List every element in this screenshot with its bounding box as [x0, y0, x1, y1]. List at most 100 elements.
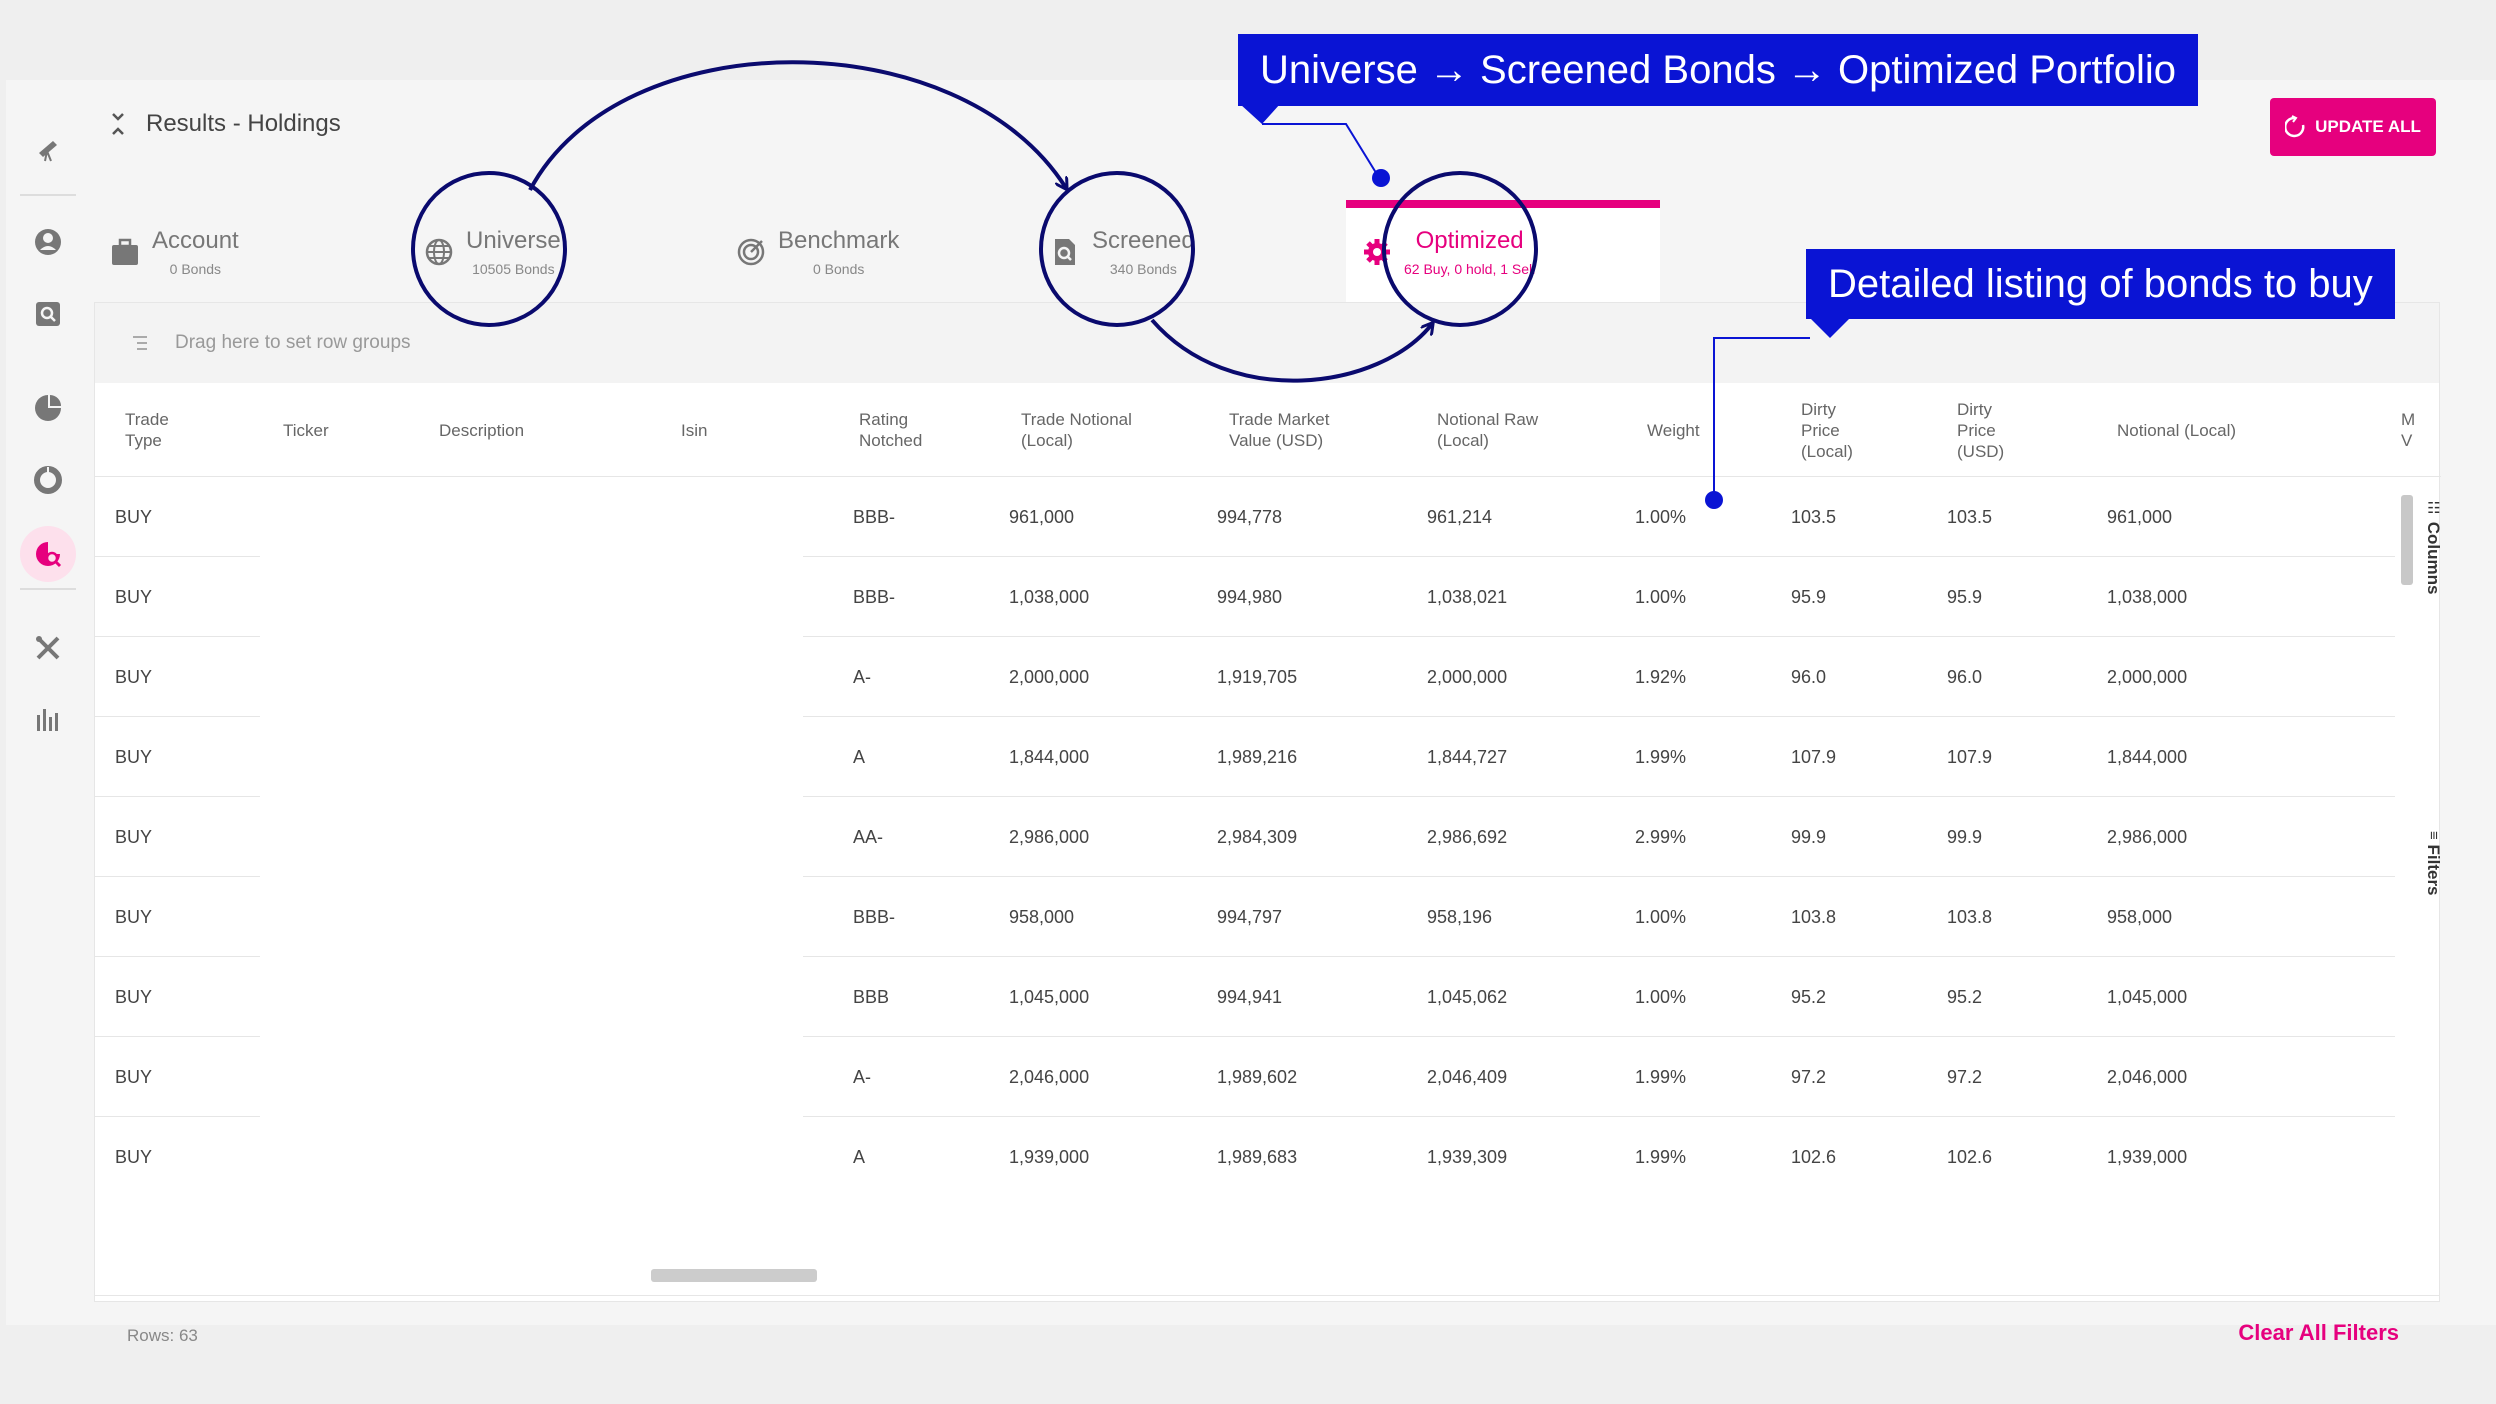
tab-account[interactable]: Account 0 Bonds	[110, 200, 239, 304]
gear-icon	[1364, 239, 1390, 265]
table-cell: 994,797	[1217, 906, 1283, 927]
column-header-weight[interactable]: Weight	[1647, 383, 1700, 477]
table-row[interactable]: BUY AA- 2,986,000 2,984,309 2,986,692 2.99% 99…	[95, 797, 2395, 877]
table-cell: 958,000	[2107, 906, 2173, 927]
table-cell: 95.9	[1791, 586, 1827, 607]
table-cell: BUY	[115, 986, 153, 1007]
tab-universe[interactable]: Universe 10505 Bonds	[424, 200, 561, 304]
table-cell: 95.9	[1947, 586, 1983, 607]
column-header-notional-local[interactable]: Notional (Local)	[2117, 383, 2236, 477]
filter-icon: ≡	[2425, 831, 2442, 840]
table-cell: 1.99%	[1635, 746, 1687, 767]
table-cell: 95.2	[1791, 986, 1827, 1007]
table-cell: 96.0	[1791, 666, 1827, 687]
telescope-icon[interactable]	[20, 120, 76, 176]
table-cell: 97.2	[1947, 1066, 1983, 1087]
table-cell: AA-	[853, 826, 884, 847]
tab-label: Benchmark	[778, 227, 900, 254]
holdings-grid: Drag here to set row groups Trade Type Tic…	[94, 302, 2443, 1345]
columns-label: Columns	[2424, 521, 2443, 595]
column-header-dirty-usd[interactable]: Dirty Price (USD)	[1957, 383, 2004, 477]
table-cell: 1,045,000	[1009, 986, 1090, 1007]
table-cell: 1,038,000	[2107, 586, 2188, 607]
table-cell: BUY	[115, 746, 153, 767]
table-cell: 96.0	[1947, 666, 1983, 687]
table-cell: BUY	[115, 906, 153, 927]
user-icon[interactable]	[20, 214, 76, 270]
column-header-text: Dirty	[1957, 399, 1992, 419]
table-cell: BBB	[853, 986, 890, 1007]
horizontal-scroll-thumb[interactable]	[651, 1269, 817, 1282]
table-row[interactable]: BUY BBB 1,045,000 994,941 1,045,062 1.00% 95.2…	[95, 957, 2395, 1037]
column-header-ticker[interactable]: Ticker	[283, 383, 329, 477]
filters-panel-toggle[interactable]: ≡ Filters	[2423, 831, 2443, 896]
tab-label: Optimized	[1415, 227, 1524, 254]
grid-footer: Rows: 63 Clear All Filters	[95, 1295, 2439, 1375]
table-cell: BBB-	[853, 506, 896, 527]
column-header-text: V	[2401, 431, 2413, 450]
vertical-scroll-thumb[interactable]	[2401, 495, 2413, 585]
table-cell: A	[853, 746, 866, 767]
column-header-trade-type[interactable]: Trade Type	[125, 383, 169, 477]
tools-icon[interactable]	[20, 620, 76, 676]
column-header-description[interactable]: Description	[439, 383, 524, 477]
column-header-trade-notional[interactable]: Trade Notional (Local)	[1021, 383, 1132, 477]
detail-callout: Detailed listing of bonds to buy	[1806, 249, 2395, 319]
table-row[interactable]: BUY BBB- 1,038,000 994,980 1,038,021 1.00% 95.…	[95, 557, 2395, 637]
table-cell: 1,989,216	[1217, 746, 1298, 767]
pie-chart-icon[interactable]	[20, 380, 76, 436]
clear-all-filters-button[interactable]: Clear All Filters	[2238, 1320, 2399, 1346]
table-cell: 2,984,309	[1217, 826, 1298, 847]
column-header-text: M	[2401, 410, 2416, 429]
table-cell: 1,844,000	[2107, 746, 2188, 767]
rows-count: Rows: 63	[127, 1326, 198, 1345]
tab-label: Universe	[466, 227, 561, 254]
tab-screened[interactable]: Screened 340 Bonds	[1050, 200, 1195, 304]
column-header-rating[interactable]: Rating Notched	[859, 383, 922, 477]
table-row[interactable]: BUY A- 2,046,000 1,989,602 2,046,409 1.99% 97.…	[95, 1037, 2395, 1117]
column-header-mv[interactable]: MV	[2401, 383, 2415, 477]
tab-optimized[interactable]: Optimized 62 Buy, 0 hold, 1 Sell	[1346, 200, 1660, 304]
table-cell: 961,000	[2107, 506, 2173, 527]
columns-panel-toggle[interactable]: ☷ Columns	[2423, 499, 2443, 594]
table-row[interactable]: BUY BBB- 961,000 994,778 961,214 1.00% 103.5 10…	[95, 477, 2395, 557]
table-cell: 958,000	[1009, 906, 1075, 927]
column-header-text: Price	[1957, 420, 1996, 440]
column-header-text: Notched	[859, 431, 923, 450]
table-cell: BUY	[115, 506, 153, 527]
column-header-dirty-local[interactable]: Dirty Price (Local)	[1801, 383, 1853, 477]
table-row[interactable]: BUY A- 2,000,000 1,919,705 2,000,000 1.92% 96.…	[95, 637, 2395, 717]
collapse-icon[interactable]	[110, 111, 126, 137]
tab-benchmark[interactable]: Benchmark 0 Bonds	[736, 200, 899, 304]
column-header-text: Type	[125, 431, 162, 450]
table-row[interactable]: BUY A 1,844,000 1,989,216 1,844,727 1.99% 107.…	[95, 717, 2395, 797]
update-all-button[interactable]: UPDATE ALL	[2270, 98, 2436, 156]
donut-chart-icon[interactable]	[20, 452, 76, 508]
row-group-icon	[133, 336, 147, 350]
search-doc-icon[interactable]	[20, 286, 76, 342]
table-cell: 1,045,000	[2107, 986, 2188, 1007]
table-cell: 1.00%	[1635, 906, 1687, 927]
table-cell: 961,214	[1427, 506, 1493, 527]
page-title: Results - Holdings	[110, 110, 341, 138]
table-cell: 1,989,602	[1217, 1066, 1298, 1087]
table-cell: 2,000,000	[1427, 666, 1508, 687]
column-header-trade-mv[interactable]: Trade Market Value (USD)	[1229, 383, 1329, 477]
analysis-icon[interactable]	[20, 526, 76, 582]
table-row[interactable]: BUY BBB- 958,000 994,797 958,196 1.00% 103.8 10…	[95, 877, 2395, 957]
screen-doc-icon	[1055, 239, 1075, 265]
table-cell: 994,941	[1217, 986, 1283, 1007]
table-cell: 2,046,000	[2107, 1066, 2188, 1087]
table-row[interactable]: BUY A 1,939,000 1,989,683 1,939,309 1.99% 102.…	[95, 1117, 2395, 1197]
column-header-isin[interactable]: Isin	[681, 383, 707, 477]
column-header-text: Rating	[859, 410, 909, 429]
table-cell: 102.6	[1791, 1146, 1837, 1167]
column-header-notional-raw[interactable]: Notional Raw (Local)	[1437, 383, 1538, 477]
tab-sub: 0 Bonds	[169, 261, 222, 277]
vertical-scrollbar[interactable]	[2402, 491, 2414, 1181]
table-cell: 1,939,000	[2107, 1146, 2188, 1167]
table-cell: 97.2	[1791, 1066, 1827, 1087]
page-title-text: Results - Holdings	[146, 110, 341, 137]
table-cell: 1.92%	[1635, 666, 1687, 687]
bar-chart-icon[interactable]	[20, 692, 76, 748]
